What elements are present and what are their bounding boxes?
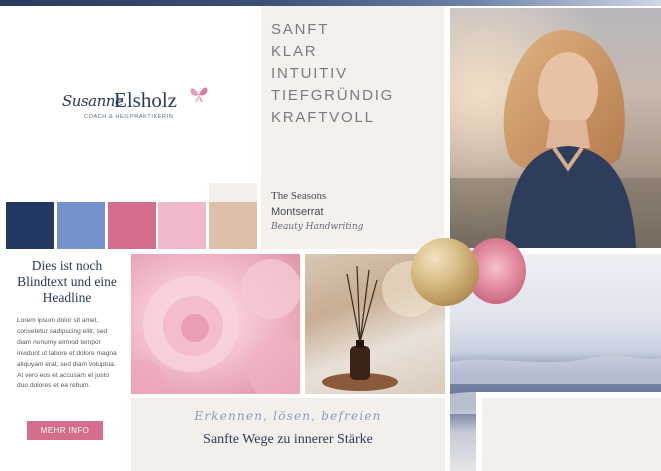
headline: Dies ist noch Blindtext und eine Headlin…	[17, 258, 117, 305]
tagline-main: Sanfte Wege zu innerer Stärke	[203, 432, 373, 447]
logo: Susanne Elsholz COACH & HEILPRAKTIKERIN	[62, 84, 212, 128]
more-info-button[interactable]: MEHR INFO	[27, 421, 103, 440]
tagline-panel: Erkennen, lösen, befreien Sanfte Wege zu…	[131, 398, 445, 471]
font-sample-sans: Montserrat	[271, 206, 324, 218]
photo-peonies	[131, 254, 300, 394]
swatch-sand	[209, 202, 257, 249]
logo-name-text: Elsholz	[114, 88, 177, 112]
circle-gold-texture	[411, 238, 479, 306]
peony-illustration	[131, 259, 300, 394]
swatch-light-pink	[158, 202, 206, 249]
logo-subtitle: COACH & HEILPRAKTIKERIN	[84, 114, 174, 120]
keyword: SANFT	[271, 21, 330, 38]
swatch-navy	[6, 202, 54, 249]
keyword: KRAFTVOLL	[271, 109, 375, 126]
keyword-panel: SANFT KLAR INTUITIV TIEFGRÜNDIG KRAFTVOL…	[261, 6, 444, 249]
sea-overlay-panel	[476, 392, 661, 471]
body-text: Lorem ipsum dolor sit amet, consetetur s…	[17, 317, 117, 390]
keyword: KLAR	[271, 43, 318, 60]
keyword: TIEFGRÜNDIG	[271, 87, 395, 104]
butterfly-icon	[190, 87, 208, 102]
photo-woman	[450, 8, 661, 248]
font-sample-script: Beauty Handwriting	[271, 222, 364, 232]
keyword: INTUITIV	[271, 65, 348, 82]
tagline-script: Erkennen, lösen, befreien	[194, 409, 382, 423]
swatch-cornflower	[57, 202, 105, 249]
swatch-cream	[209, 183, 257, 202]
woman-illustration	[450, 8, 661, 248]
font-sample-serif: The Seasons	[271, 190, 327, 202]
swatch-rose	[108, 202, 156, 249]
